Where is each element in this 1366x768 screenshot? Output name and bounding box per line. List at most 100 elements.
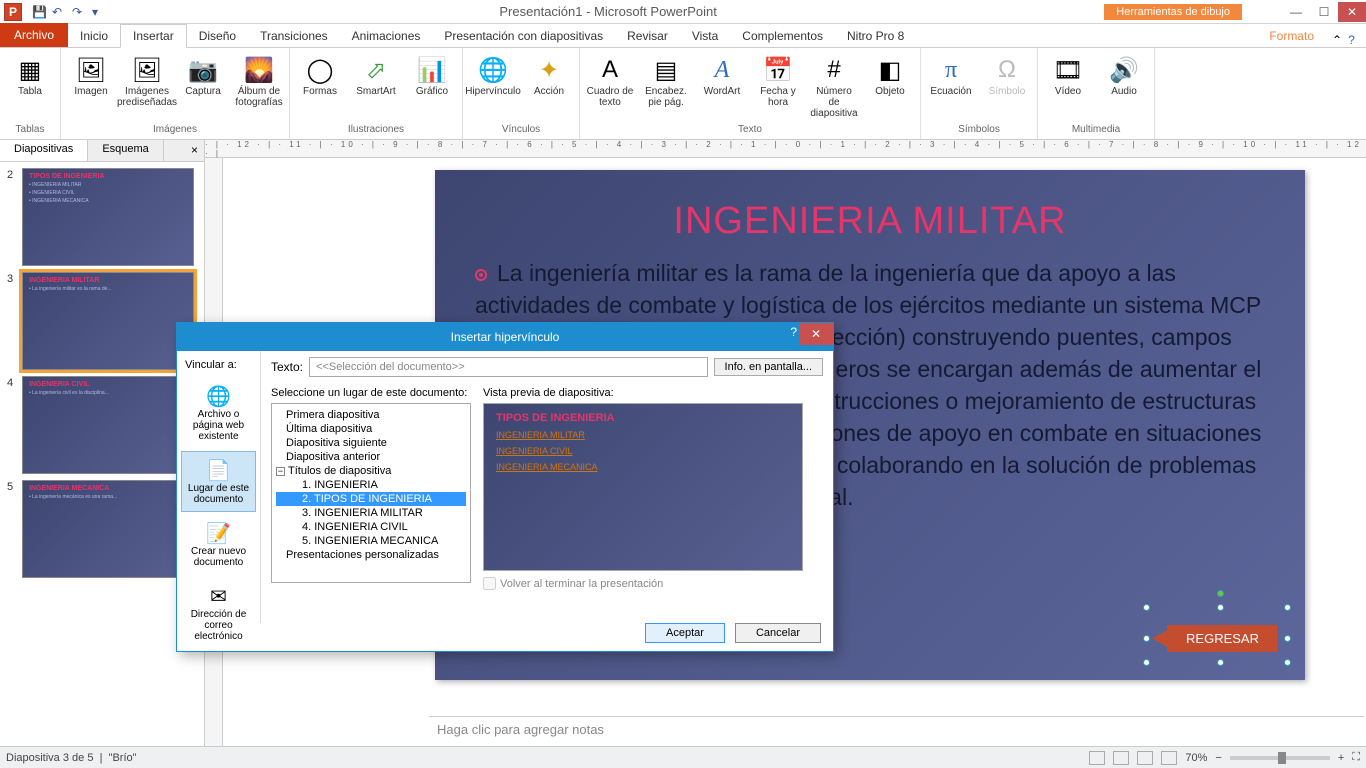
tab-animations[interactable]: Animaciones <box>340 25 433 47</box>
fit-to-window-button[interactable]: ⛶ <box>1352 751 1360 764</box>
group-text: Texto <box>738 124 762 137</box>
slide-thumb[interactable]: 4 INGENIERIA CIVIL • La ingeniería civil… <box>22 376 194 474</box>
tree-slide-1[interactable]: 1. INGENIERIA <box>276 478 466 492</box>
slide-thumb[interactable]: 5 INGENIERIA MECANICA • La ingeniería me… <box>22 480 194 578</box>
ok-button[interactable]: Aceptar <box>645 623 725 643</box>
slidenumber-button[interactable]: #Número de diapositiva <box>810 54 858 119</box>
ribbon-minimize-icon[interactable]: ⌃ <box>1332 33 1342 47</box>
tab-review[interactable]: Revisar <box>615 25 680 47</box>
tab-design[interactable]: Diseño <box>187 25 248 47</box>
group-tables: Tablas <box>16 124 45 137</box>
redo-icon[interactable]: ↷ <box>72 5 86 19</box>
link-opt-file[interactable]: 🌐Archivo o página web existente <box>181 377 256 449</box>
link-opt-new[interactable]: 📝Crear nuevo documento <box>181 514 256 575</box>
tab-transitions[interactable]: Transiciones <box>248 25 340 47</box>
tab-addins[interactable]: Complementos <box>730 25 835 47</box>
smartart-icon: ⬀ <box>360 54 392 86</box>
audio-button[interactable]: 🔊Audio <box>1100 54 1148 97</box>
datetime-icon: 📅 <box>762 54 794 86</box>
tab-file[interactable]: Archivo <box>0 23 68 47</box>
panel-close-icon[interactable]: × <box>185 140 204 161</box>
video-button[interactable]: 🎞Vídeo <box>1044 54 1092 97</box>
panel-tab-slides[interactable]: Diapositivas <box>0 140 88 161</box>
save-icon[interactable]: 💾 <box>32 5 46 19</box>
qat-more-icon[interactable]: ▾ <box>92 5 106 19</box>
dialog-help-button[interactable]: ? <box>790 325 797 339</box>
tree-first-slide[interactable]: Primera diapositiva <box>276 408 466 422</box>
action-button[interactable]: ✦Acción <box>525 54 573 97</box>
tree-slide-2[interactable]: 2. TIPOS DE INGENIERIA <box>276 492 466 506</box>
close-button[interactable]: ✕ <box>1338 2 1366 22</box>
panel-tab-outline[interactable]: Esquema <box>88 140 163 161</box>
clipart-icon: 🖼 <box>131 54 163 86</box>
shapes-button[interactable]: ◯Formas <box>296 54 344 97</box>
tree-slide-5[interactable]: 5. INGENIERIA MECANICA <box>276 534 466 548</box>
view-slideshow-button[interactable] <box>1161 751 1177 765</box>
tree-slide-3[interactable]: 3. INGENIERIA MILITAR <box>276 506 466 520</box>
smartart-button[interactable]: ⬀SmartArt <box>352 54 400 97</box>
equation-button[interactable]: πEcuación <box>927 54 975 97</box>
textbox-button[interactable]: ACuadro de texto <box>586 54 634 119</box>
file-web-icon: 🌐 <box>184 384 253 409</box>
help-icon[interactable]: ? <box>1348 33 1355 47</box>
table-button[interactable]: ▦Tabla <box>6 54 54 97</box>
symbol-button[interactable]: ΩSímbolo <box>983 54 1031 97</box>
zoom-in-button[interactable]: + <box>1338 752 1344 764</box>
slidenumber-icon: # <box>818 54 850 86</box>
image-button[interactable]: 🖼Imagen <box>67 54 115 108</box>
tab-view[interactable]: Vista <box>680 25 730 47</box>
header-footer-icon: ▤ <box>650 54 682 86</box>
chart-button[interactable]: 📊Gráfico <box>408 54 456 97</box>
link-opt-place[interactable]: 📄Lugar de este documento <box>181 451 256 512</box>
view-reading-button[interactable] <box>1137 751 1153 765</box>
tab-format[interactable]: Formato <box>1257 25 1326 47</box>
selection-handles[interactable] <box>1147 608 1287 662</box>
hyperlink-button[interactable]: 🌐Hipervínculo <box>469 54 517 97</box>
tab-insert[interactable]: Insertar <box>120 24 187 48</box>
clipart-button[interactable]: 🖼Imágenes prediseñadas <box>123 54 171 108</box>
tab-nitro[interactable]: Nitro Pro 8 <box>835 25 916 47</box>
preview-label: Vista previa de diapositiva: <box>483 387 803 399</box>
tab-slideshow[interactable]: Presentación con diapositivas <box>432 25 615 47</box>
screenshot-icon: 📷 <box>187 54 219 86</box>
tree-prev-slide[interactable]: Diapositiva anterior <box>276 450 466 464</box>
tree-slide-titles[interactable]: −Títulos de diapositiva <box>276 464 466 478</box>
email-icon: ✉ <box>184 584 253 609</box>
undo-icon[interactable]: ↶ <box>52 5 66 19</box>
new-document-icon: 📝 <box>184 521 253 546</box>
view-normal-button[interactable] <box>1089 751 1105 765</box>
object-button[interactable]: ◧Objeto <box>866 54 914 119</box>
album-button[interactable]: 🌄Álbum de fotografías <box>235 54 283 108</box>
text-input[interactable] <box>309 357 708 377</box>
view-sorter-button[interactable] <box>1113 751 1129 765</box>
zoom-out-button[interactable]: − <box>1215 752 1221 764</box>
tree-collapse-icon[interactable]: − <box>276 467 285 476</box>
bullet-icon <box>475 269 487 281</box>
slide-preview: TIPOS DE INGENIERIA INGENIERIA MILITAR I… <box>483 403 803 571</box>
minimize-button[interactable]: — <box>1282 2 1310 22</box>
header-footer-button[interactable]: ▤Encabez. pie pág. <box>642 54 690 119</box>
document-tree[interactable]: Primera diapositiva Última diapositiva D… <box>271 403 471 583</box>
slide-thumb[interactable]: 2 TIPOS DE INGENIERIA • INGENIERIA MILIT… <box>22 168 194 266</box>
maximize-button[interactable]: ☐ <box>1310 2 1338 22</box>
place-document-icon: 📄 <box>184 458 253 483</box>
zoom-slider[interactable] <box>1230 756 1330 760</box>
link-opt-email[interactable]: ✉Dirección de correo electrónico <box>181 577 256 649</box>
tree-custom-shows[interactable]: Presentaciones personalizadas <box>276 548 466 562</box>
dialog-close-button[interactable]: ✕ <box>799 323 833 345</box>
contextual-tab-label: Herramientas de dibujo <box>1104 4 1242 20</box>
screenshot-button[interactable]: 📷Captura <box>179 54 227 108</box>
tree-last-slide[interactable]: Última diapositiva <box>276 422 466 436</box>
screentip-button[interactable]: Info. en pantalla... <box>714 358 823 376</box>
notes-placeholder[interactable]: Haga clic para agregar notas <box>429 716 1364 746</box>
horizontal-ruler: · | · 12 · | · 11 · | · 10 · | · 9 · | ·… <box>205 140 1366 158</box>
cancel-button[interactable]: Cancelar <box>735 623 821 643</box>
wordart-button[interactable]: AWordArt <box>698 54 746 119</box>
tree-slide-4[interactable]: 4. INGENIERIA CIVIL <box>276 520 466 534</box>
slide-thumb[interactable]: 3 INGENIERIA MILITAR • La ingeniería mil… <box>22 272 194 370</box>
datetime-button[interactable]: 📅Fecha y hora <box>754 54 802 119</box>
chart-icon: 📊 <box>416 54 448 86</box>
tree-next-slide[interactable]: Diapositiva siguiente <box>276 436 466 450</box>
select-place-label: Seleccione un lugar de este documento: <box>271 387 471 399</box>
tab-home[interactable]: Inicio <box>68 25 120 47</box>
